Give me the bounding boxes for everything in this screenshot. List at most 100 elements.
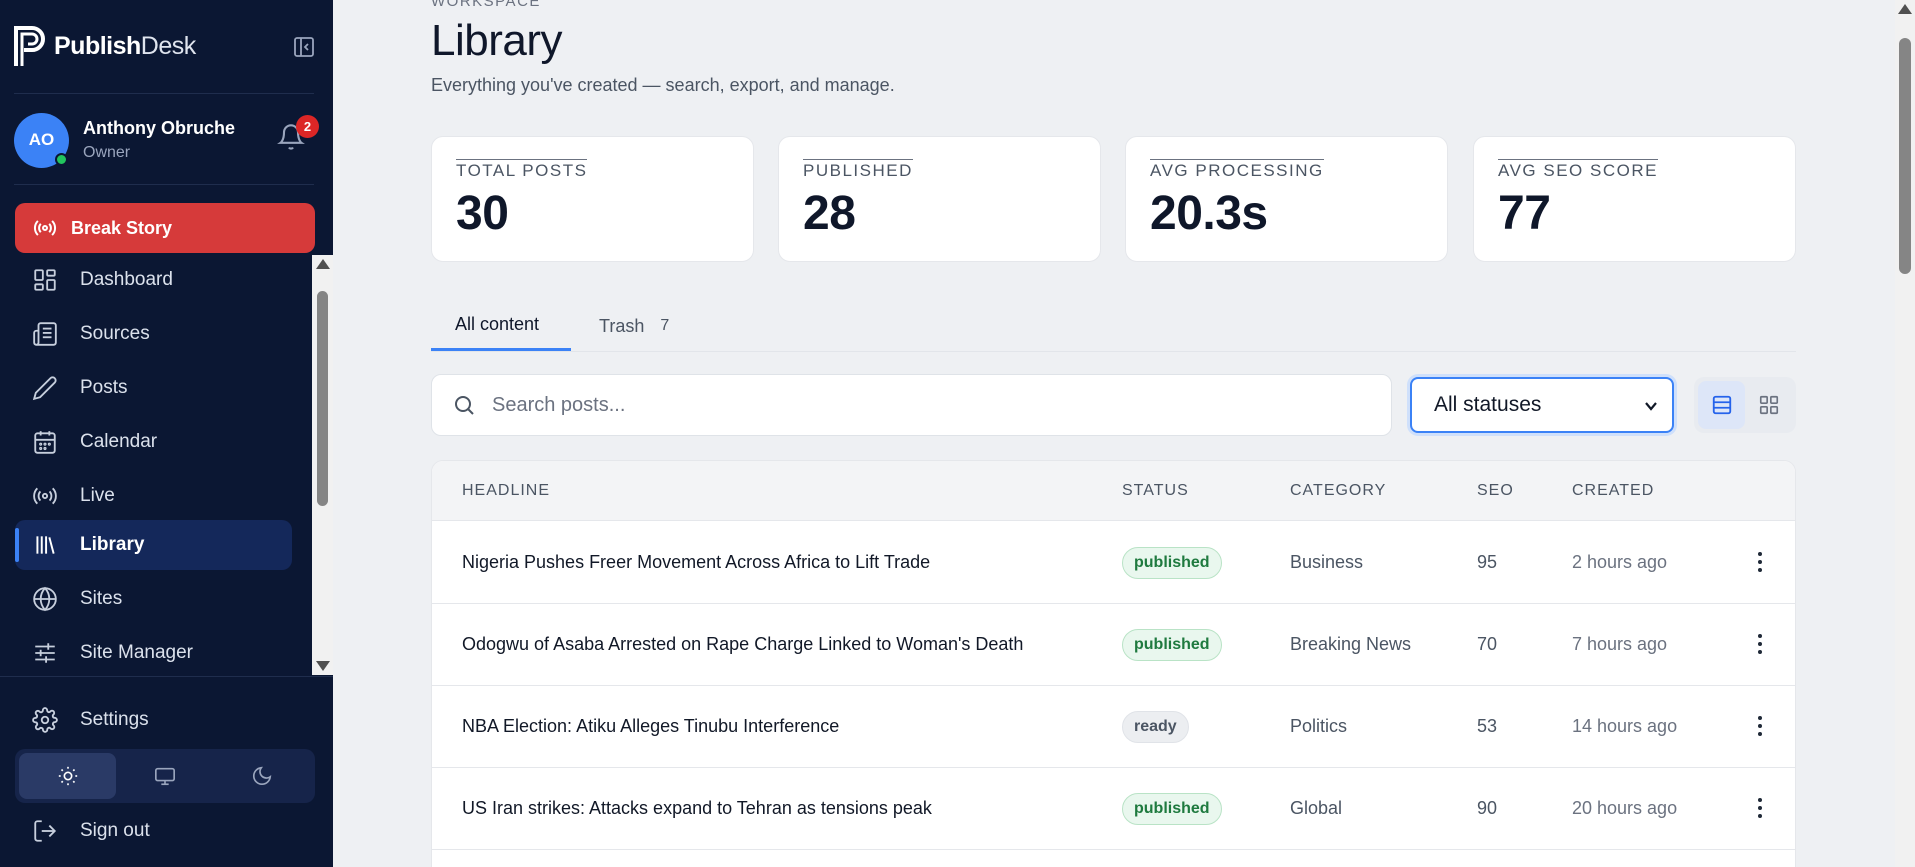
list-view-button[interactable] (1698, 381, 1745, 429)
calendar-icon (34, 431, 56, 454)
row-headline[interactable]: Odogwu of Asaba Arrested on Rape Charge … (462, 634, 1023, 655)
table-row[interactable]: Odogwu of Asaba Arrested on Rape Charge … (432, 604, 1795, 686)
sidebar-item-site-manager[interactable]: Site Manager (15, 628, 292, 675)
column-header-category[interactable]: CATEGORY (1290, 482, 1386, 500)
table-row[interactable]: US Iran strikes: Attacks expand to Tehra… (432, 768, 1795, 850)
row-actions-kebab-icon[interactable] (1755, 632, 1765, 658)
page-eyebrow: WORKSPACE (431, 0, 541, 10)
scrollbar-thumb[interactable] (1899, 38, 1911, 274)
sidebar-item-sites[interactable]: Sites (15, 574, 292, 624)
theme-light-button[interactable] (19, 753, 117, 799)
break-story-button[interactable]: Break Story (15, 203, 315, 253)
scroll-down-arrow-icon[interactable] (316, 661, 330, 671)
theme-dark-button[interactable] (214, 753, 311, 799)
table-row[interactable]: Nigeria Pushes Freer Movement Across Afr… (432, 522, 1795, 604)
column-header-created[interactable]: CREATED (1572, 482, 1654, 500)
column-header-headline[interactable]: HEADLINE (462, 482, 550, 500)
sidebar-item-sources[interactable]: Sources (15, 309, 292, 359)
sidebar-divider (0, 676, 333, 677)
sidebar-scrollbar[interactable] (312, 255, 333, 675)
brand-name-light: Desk (140, 31, 196, 60)
theme-system-button[interactable] (116, 753, 213, 799)
library-icon (36, 536, 55, 554)
row-created: 7 hours ago (1572, 634, 1668, 654)
column-header-status[interactable]: STATUS (1122, 482, 1189, 500)
stat-card-avg-processing: AVG PROCESSING 20.3s (1125, 136, 1448, 262)
scrollbar-thumb[interactable] (317, 291, 328, 506)
user-info: Anthony Obruche Owner (83, 118, 235, 162)
sliders-icon (35, 643, 55, 663)
sidebar-item-library[interactable]: Library (15, 520, 292, 570)
globe-icon (33, 586, 57, 612)
grid-view-button[interactable] (1745, 381, 1792, 429)
row-created: 20 hours ago (1572, 798, 1678, 818)
sidebar-item-dashboard[interactable]: Dashboard (15, 255, 292, 305)
user-profile[interactable]: AO Anthony Obruche Owner 2 (14, 111, 319, 169)
collapse-sidebar-button[interactable] (289, 32, 319, 62)
tab-label: Trash (599, 315, 645, 336)
sidebar-item-label: Posts (80, 377, 128, 398)
posts-table: HEADLINE STATUS CATEGORY SEO CREATED Nig… (431, 460, 1796, 867)
row-seo: 53 (1477, 716, 1498, 736)
sidebar-item-label: Sites (80, 588, 123, 609)
sign-out-label: Sign out (80, 820, 150, 841)
status-filter-value: All statuses (1434, 393, 1542, 416)
row-category: Global (1290, 798, 1343, 818)
sidebar-item-label: Live (80, 485, 115, 506)
search-input[interactable] (492, 393, 1372, 417)
sidebar-item-settings[interactable]: Settings (15, 695, 315, 745)
list-view-icon (1712, 395, 1731, 415)
theme-switcher (15, 749, 315, 803)
stat-card-total-posts: TOTAL POSTS 30 (431, 136, 754, 262)
page-scrollbar[interactable] (1895, 0, 1915, 867)
brand-logo[interactable]: PublishDesk (14, 22, 319, 70)
sidebar-item-calendar[interactable]: Calendar (15, 417, 292, 467)
break-story-label: Break Story (71, 217, 173, 238)
online-status-dot (55, 152, 68, 166)
column-header-seo[interactable]: SEO (1477, 482, 1514, 500)
row-actions-kebab-icon[interactable] (1755, 550, 1765, 576)
row-category: Breaking News (1290, 634, 1412, 654)
broadcast-icon (33, 487, 57, 505)
sidebar-item-posts[interactable]: Posts (15, 363, 292, 413)
trash-count: 7 (660, 317, 670, 334)
scroll-up-arrow-icon[interactable] (316, 259, 330, 269)
status-filter-select[interactable]: All statuses (1410, 377, 1674, 433)
brand-name: PublishDesk (54, 32, 196, 61)
row-created: 14 hours ago (1572, 716, 1678, 736)
sidebar-item-live[interactable]: Live (15, 471, 292, 521)
stat-value: 30 (456, 187, 509, 240)
row-headline[interactable]: NBA Election: Atiku Alleges Tinubu Inter… (462, 716, 839, 737)
sidebar-item-label: Site Manager (80, 642, 194, 663)
search-icon (455, 396, 474, 415)
row-actions-kebab-icon[interactable] (1755, 796, 1765, 822)
sun-icon (58, 766, 77, 786)
avatar[interactable]: AO (14, 112, 69, 168)
stat-value: 28 (803, 187, 856, 240)
sign-out-button[interactable]: Sign out (15, 806, 315, 856)
row-headline[interactable]: US Iran strikes: Attacks expand to Tehra… (462, 798, 932, 819)
search-box[interactable] (431, 374, 1392, 436)
pen-icon (32, 376, 57, 401)
stat-value: 77 (1498, 187, 1551, 240)
sidebar-divider (14, 184, 314, 185)
row-seo: 70 (1477, 634, 1498, 654)
row-seo: 90 (1477, 798, 1498, 818)
brand-name-bold: Publish (54, 31, 141, 60)
monitor-icon (154, 767, 175, 786)
tab-trash[interactable]: Trash 7 (599, 300, 669, 352)
scroll-up-arrow-icon[interactable] (1898, 4, 1912, 14)
view-toggle (1694, 377, 1796, 433)
sidebar-item-label: Calendar (80, 431, 158, 452)
tab-all-content[interactable]: All content (431, 300, 571, 351)
row-headline[interactable]: Nigeria Pushes Freer Movement Across Afr… (462, 552, 930, 573)
stat-label: AVG SEO SCORE (1498, 159, 1658, 180)
notifications-button[interactable]: 2 (277, 115, 319, 153)
table-row[interactable]: NBA Election: Atiku Alleges Tinubu Inter… (432, 686, 1795, 768)
stat-card-published: PUBLISHED 28 (778, 136, 1101, 262)
logout-icon (34, 820, 57, 842)
gear-icon (32, 707, 58, 733)
status-badge: published (1122, 793, 1222, 825)
user-name: Anthony Obruche (83, 118, 235, 138)
row-actions-kebab-icon[interactable] (1755, 714, 1765, 740)
